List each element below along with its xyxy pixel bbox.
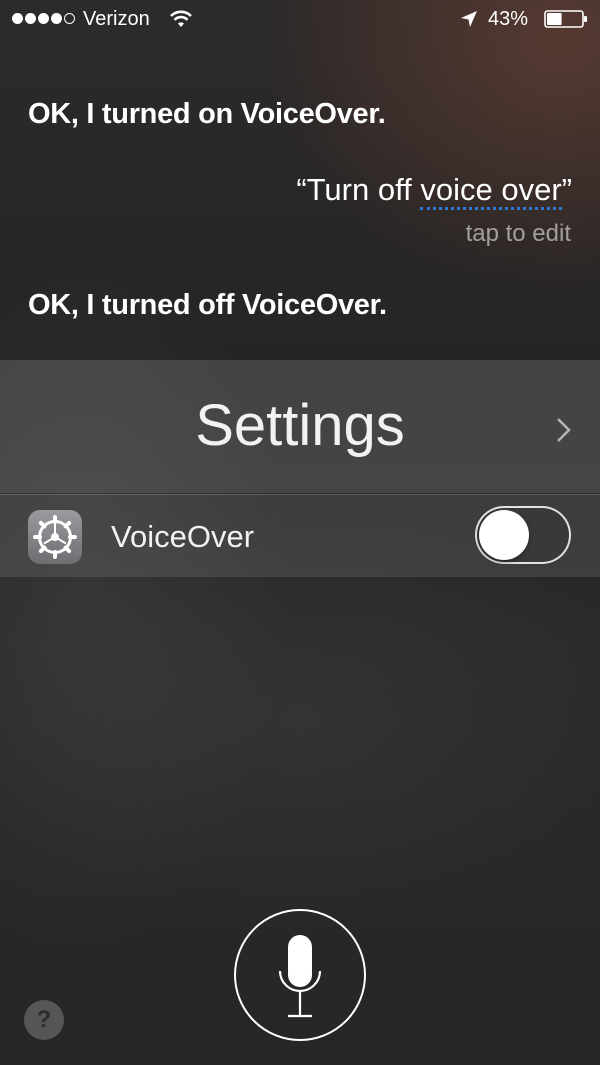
siri-response-1: OK, I turned on VoiceOver. (28, 98, 386, 130)
voiceover-label: VoiceOver (111, 519, 255, 554)
battery-icon (544, 10, 587, 28)
help-button[interactable]: ? (24, 1000, 64, 1040)
location-arrow-icon (461, 11, 477, 27)
wifi-icon (170, 10, 192, 27)
tap-to-edit-hint[interactable]: tap to edit (466, 220, 571, 248)
settings-card-title[interactable]: Settings (0, 392, 600, 459)
battery-percent: 43% (488, 8, 529, 30)
user-utterance-prefix: “Turn off (296, 172, 421, 207)
editable-word-highlight[interactable]: voice over (420, 172, 562, 210)
signal-dots-icon (12, 13, 75, 24)
user-utterance[interactable]: “Turn off voice over” (296, 172, 572, 210)
voiceover-toggle[interactable] (475, 506, 571, 564)
carrier-name: Verizon (83, 8, 150, 30)
microphone-button[interactable] (234, 909, 366, 1041)
user-utterance-suffix: ” (561, 172, 572, 207)
microphone-icon (278, 935, 322, 1018)
status-bar: Verizon 43% (0, 0, 600, 40)
toggle-knob (479, 510, 529, 560)
settings-gear-icon (28, 510, 82, 564)
chevron-right-icon[interactable] (554, 415, 574, 445)
siri-response-2: OK, I turned off VoiceOver. (28, 289, 387, 321)
